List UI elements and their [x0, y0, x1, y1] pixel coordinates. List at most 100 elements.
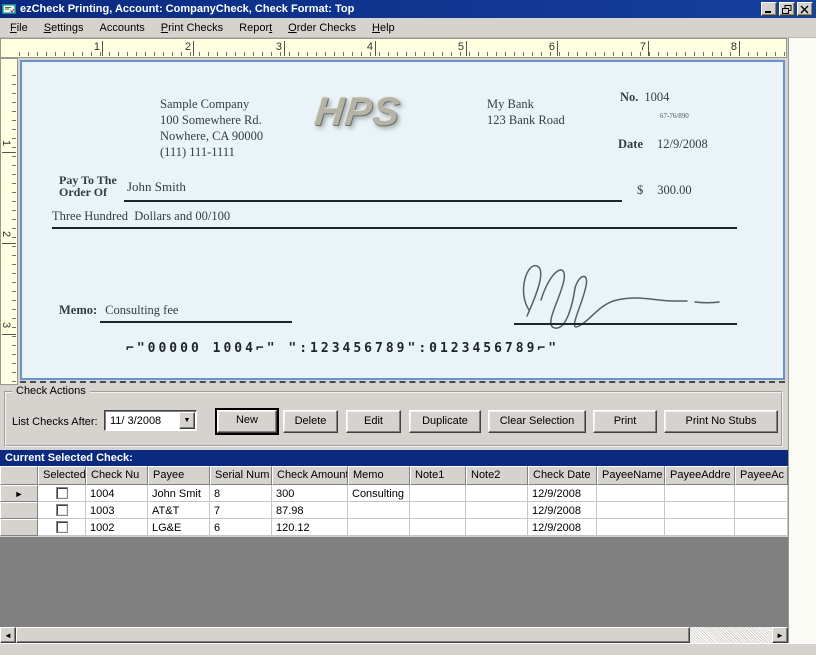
row-selector[interactable]: ►	[0, 485, 38, 502]
grid-cell[interactable]: LG&E	[148, 519, 210, 536]
grid-cell[interactable]	[665, 519, 735, 536]
memo-line: Memo: Consulting fee	[59, 303, 178, 318]
grid-cell[interactable]	[38, 485, 86, 502]
list-after-date-combobox[interactable]: 11/ 3/2008 ▼	[104, 410, 197, 431]
restore-button[interactable]	[779, 2, 795, 16]
grid-cell[interactable]	[410, 519, 466, 536]
grid-cell[interactable]	[410, 485, 466, 502]
grid-header-check-nu[interactable]: Check Nu	[86, 466, 148, 485]
grid-cell[interactable]: 1003	[86, 502, 148, 519]
company-address1: 100 Somewhere Rd.	[160, 113, 262, 127]
grid-caption-bar: Current Selected Check:	[0, 450, 788, 466]
grid-cell[interactable]	[348, 502, 410, 519]
grid-cell[interactable]	[38, 502, 86, 519]
minimize-button[interactable]	[761, 2, 777, 16]
grid-cell[interactable]: AT&T	[148, 502, 210, 519]
menu-item-accounts[interactable]: Accounts	[92, 20, 153, 36]
grid-header-payeeac[interactable]: PayeeAc	[735, 466, 788, 485]
close-button[interactable]	[797, 2, 813, 16]
grid-cell[interactable]	[466, 519, 528, 536]
delete-button[interactable]: Delete	[283, 410, 338, 433]
menu-item-settings[interactable]: Settings	[36, 20, 92, 36]
grid-cell[interactable]	[466, 502, 528, 519]
grid-cell[interactable]: 12/9/2008	[528, 502, 597, 519]
row-arrow-icon: ►	[14, 489, 24, 499]
grid-cell[interactable]: 7	[210, 502, 272, 519]
scroll-left-button[interactable]: ◄	[0, 627, 16, 643]
print-button[interactable]: Print	[593, 410, 657, 433]
grid-header-payeeaddre[interactable]: PayeeAddre	[665, 466, 735, 485]
grid-header-payeename[interactable]: PayeeName	[597, 466, 665, 485]
row-selector[interactable]	[0, 519, 38, 536]
grid-cell[interactable]: 12/9/2008	[528, 485, 597, 502]
grid-cell[interactable]	[735, 519, 788, 536]
ruler-tick	[2, 152, 16, 153]
grid-cell[interactable]: Consulting	[348, 485, 410, 502]
grid-cell[interactable]: John Smit	[148, 485, 210, 502]
grid-cell[interactable]: 300	[272, 485, 348, 502]
grid-header-note1[interactable]: Note1	[410, 466, 466, 485]
clear-selection-button[interactable]: Clear Selection	[488, 410, 586, 433]
grid-cell[interactable]: 6	[210, 519, 272, 536]
grid-cell[interactable]	[410, 502, 466, 519]
date-value: 12/9/2008	[657, 137, 708, 151]
grid-cell[interactable]: 12/9/2008	[528, 519, 597, 536]
row-checkbox[interactable]	[55, 504, 68, 516]
print-no-stubs-button[interactable]: Print No Stubs	[664, 410, 778, 433]
table-row[interactable]: ► 1004 John Smit 8 300 Consulting 12/9/2008	[0, 485, 788, 502]
grid-header-payee[interactable]: Payee	[148, 466, 210, 485]
grid-cell[interactable]	[665, 485, 735, 502]
grid-cell[interactable]	[735, 485, 788, 502]
menu-item-help[interactable]: Help	[364, 20, 403, 36]
grid-cell[interactable]: 8	[210, 485, 272, 502]
pay-to-label: Pay To The Order Of	[59, 173, 117, 199]
grid-cell[interactable]	[665, 502, 735, 519]
grid-cell[interactable]: 1004	[86, 485, 148, 502]
signature-line	[514, 323, 737, 325]
grid-header-note2[interactable]: Note2	[466, 466, 528, 485]
list-after-date-value[interactable]: 11/ 3/2008	[105, 415, 179, 427]
window-title: ezCheck Printing, Account: CompanyCheck,…	[20, 3, 355, 15]
edit-button[interactable]: Edit	[346, 410, 401, 433]
date-label: Date	[618, 137, 643, 151]
grid-header-check-date[interactable]: Check Date	[528, 466, 597, 485]
menu-item-report[interactable]: Report	[231, 20, 280, 36]
scroll-right-button[interactable]: ►	[772, 627, 788, 643]
table-row[interactable]: 1003 AT&T 7 87.98 12/9/2008	[0, 502, 788, 519]
row-selector[interactable]	[0, 502, 38, 519]
grid-cell[interactable]	[735, 502, 788, 519]
ruler-tick	[284, 41, 285, 56]
grid-cell[interactable]: 120.12	[272, 519, 348, 536]
grid-cell[interactable]	[348, 519, 410, 536]
menu-item-order-checks[interactable]: Order Checks	[280, 20, 364, 36]
new-button[interactable]: New	[215, 408, 279, 435]
grid-cell[interactable]	[597, 502, 665, 519]
amount-in-words: Three Hundred Dollars and 00/100	[52, 209, 231, 223]
grid-header-memo[interactable]: Memo	[348, 466, 410, 485]
grid-cell[interactable]	[466, 485, 528, 502]
page-boundary-dashed-line	[20, 381, 785, 383]
grid-header-selected[interactable]: Selected	[38, 466, 86, 485]
horizontal-scrollbar[interactable]: ◄ ►	[0, 627, 788, 643]
list-checks-after-label: List Checks After:	[12, 416, 98, 428]
grid-cell[interactable]	[38, 519, 86, 536]
vertical-ruler: 1 2 3	[0, 58, 18, 385]
grid-cell[interactable]: 87.98	[272, 502, 348, 519]
horizontal-ruler: 1 2 3 4 5 6 7 8	[0, 38, 787, 58]
grid-cell[interactable]: 1002	[86, 519, 148, 536]
row-checkbox[interactable]	[55, 487, 68, 499]
grid-header-check-amount[interactable]: Check Amount	[272, 466, 348, 485]
menu-item-print-checks[interactable]: Print Checks	[153, 20, 231, 36]
duplicate-button[interactable]: Duplicate	[409, 410, 481, 433]
scrollbar-thumb[interactable]	[16, 627, 690, 643]
check-number-line: No. 1004	[620, 90, 669, 105]
grid-empty-area	[0, 537, 788, 627]
row-checkbox[interactable]	[55, 521, 68, 533]
table-row[interactable]: 1002 LG&E 6 120.12 12/9/2008	[0, 519, 788, 536]
menu-item-file[interactable]: File	[2, 20, 36, 36]
grid-cell[interactable]	[597, 485, 665, 502]
combobox-dropdown-button[interactable]: ▼	[179, 412, 195, 429]
ruler-number: 1	[0, 139, 13, 147]
grid-header-serial-num[interactable]: Serial Num	[210, 466, 272, 485]
grid-cell[interactable]	[597, 519, 665, 536]
